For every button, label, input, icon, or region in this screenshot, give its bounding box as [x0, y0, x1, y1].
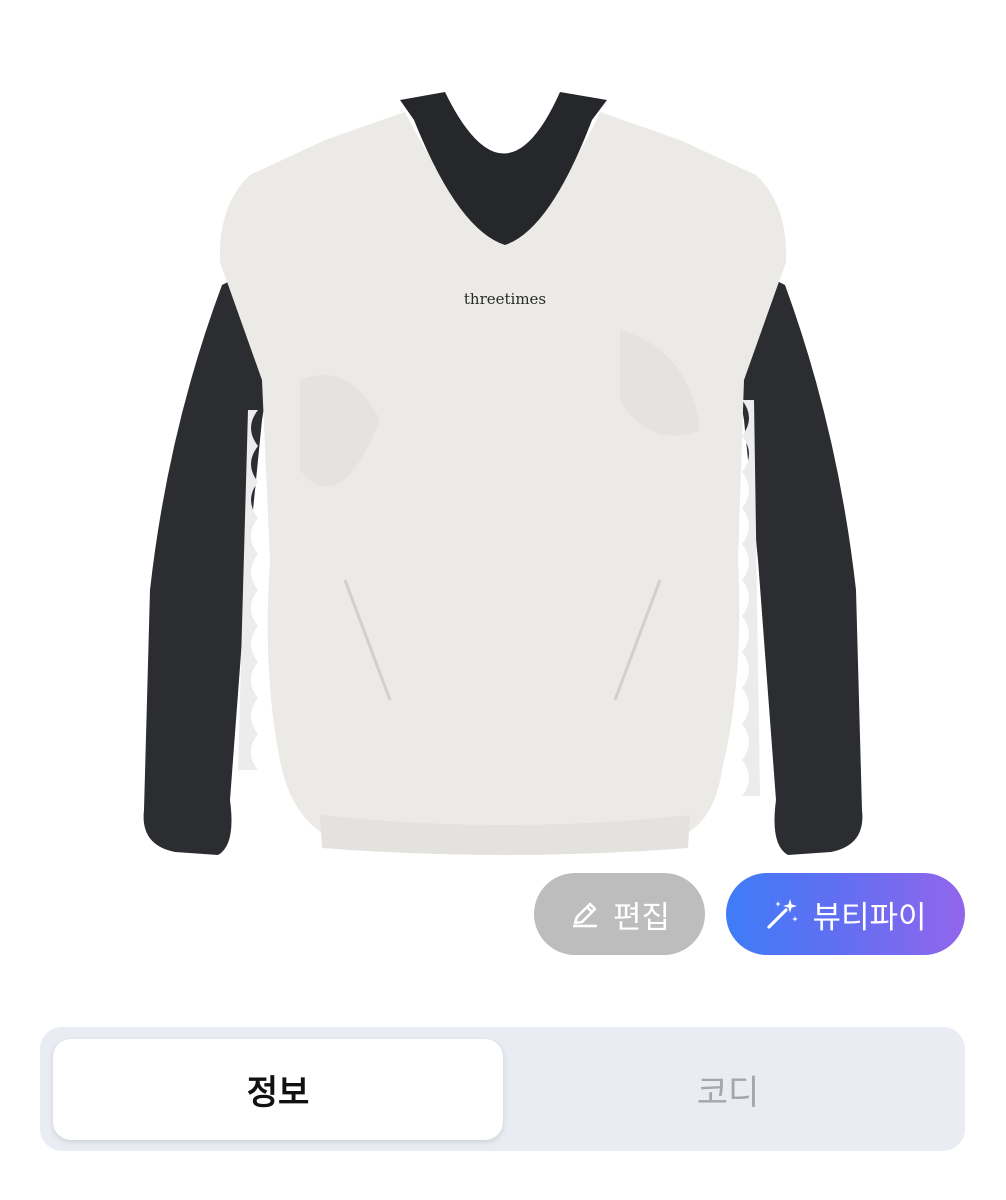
tab-info[interactable]: 정보: [53, 1039, 503, 1140]
edit-button[interactable]: 편집: [534, 873, 705, 955]
tab-info-label: 정보: [246, 1073, 310, 1113]
product-image[interactable]: threetimes: [0, 0, 1006, 880]
tab-codi[interactable]: 코디: [503, 1039, 953, 1140]
segmented-tabs: 정보 코디: [40, 1027, 965, 1151]
magic-wand-sparkle-icon: [764, 896, 800, 932]
beautify-button-label: 뷰티파이: [812, 899, 927, 936]
tab-codi-label: 코디: [696, 1073, 760, 1113]
brand-print: threetimes: [464, 290, 546, 308]
pencil-icon: [569, 898, 601, 930]
edit-button-label: 편집: [612, 899, 671, 936]
beautify-button[interactable]: 뷰티파이: [726, 873, 965, 955]
